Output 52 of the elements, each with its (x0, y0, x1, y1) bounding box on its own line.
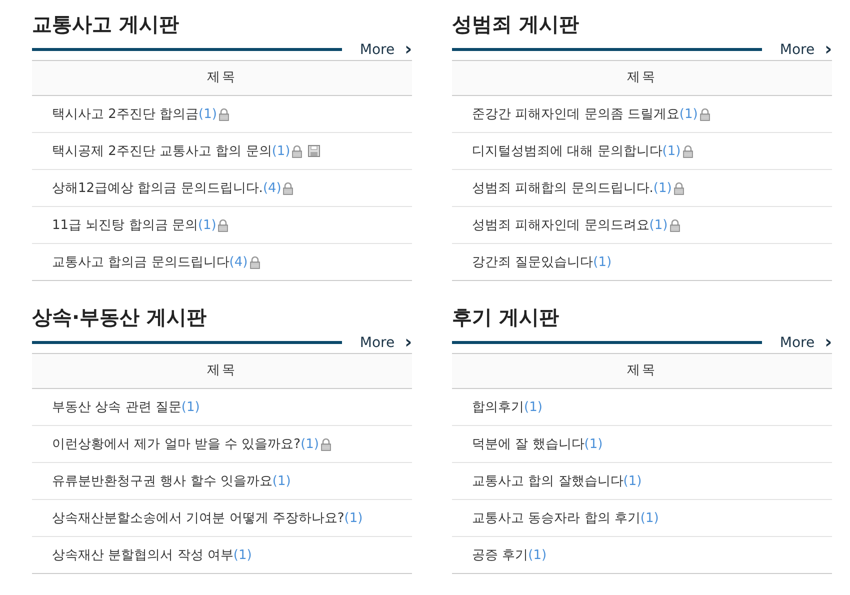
comment-count: (4) (229, 254, 248, 270)
comment-count: (1) (640, 510, 659, 526)
comment-count: (1) (272, 144, 290, 158)
comment-count: (1) (584, 436, 603, 452)
post-title-link[interactable]: 디지털성범죄에 대해 문의합니다 (472, 142, 662, 160)
comment-count: (1) (653, 180, 672, 196)
comment-count: (1) (623, 474, 642, 488)
column-header: 제목 (32, 354, 412, 389)
post-title-link[interactable]: 교통사고 합의 잘했습니다 (472, 472, 624, 490)
comment-count: (1) (524, 400, 542, 414)
post-title-link[interactable]: 상속재산분할소송에서 기여분 어떻게 주장하나요? (52, 509, 344, 527)
post-title-link[interactable]: 택시공제 2주진단 교통사고 합의 문의 (52, 142, 272, 160)
comment-count: (1) (528, 548, 547, 562)
comment-count: (1) (344, 510, 363, 526)
board-title: 성범죄 게시판 (452, 11, 580, 38)
comment-count: (1) (593, 254, 612, 270)
post-title-link[interactable]: 상속재산 분할협의서 작성 여부 (52, 546, 234, 564)
comment-count: (1) (272, 474, 291, 488)
more-link[interactable]: More › (780, 335, 832, 351)
post-title-link[interactable]: 이런상황에서 제가 얼마 받을 수 있을까요? (52, 435, 301, 453)
comment-count: (1) (300, 436, 319, 452)
post-title-link[interactable]: 11급 뇌진탕 합의금 문의 (52, 216, 198, 234)
column-header: 제목 (452, 61, 832, 96)
comment-count: (1) (181, 400, 200, 414)
comment-count: (1) (649, 218, 668, 232)
column-header: 제목 (32, 61, 412, 96)
post-title-link[interactable]: 상해12급예상 합의금 문의드립니다. (52, 179, 263, 197)
comment-count: (1) (233, 548, 252, 562)
post-title-link[interactable]: 성범죄 피해자인데 문의드려요 (472, 216, 650, 234)
comment-count: (1) (198, 218, 216, 232)
comment-count: (1) (198, 106, 217, 122)
more-link[interactable]: More › (360, 42, 412, 58)
board-title: 상속·부동산 게시판 (32, 304, 208, 331)
board-title: 후기 게시판 (452, 304, 560, 331)
post-title-link[interactable]: 준강간 피해자인데 문의좀 드릴게요 (472, 105, 680, 123)
comment-count: (1) (679, 106, 698, 122)
more-link[interactable]: More › (780, 42, 832, 58)
column-header: 제목 (452, 354, 832, 389)
comment-count: (1) (662, 144, 681, 158)
post-title-link[interactable]: 성범죄 피해합의 문의드립니다. (472, 179, 654, 197)
post-title-link[interactable]: 부동산 상속 관련 질문 (52, 398, 182, 416)
more-link[interactable]: More › (360, 335, 412, 351)
post-title-link[interactable]: 유류분반환청구권 행사 할수 잇을까요 (52, 472, 272, 490)
post-title-link[interactable]: 택시사고 2주진단 합의금 (52, 105, 199, 123)
post-title-link[interactable]: 덕분에 잘 했습니다 (472, 435, 584, 453)
board-title: 교통사고 게시판 (32, 11, 180, 38)
post-title-link[interactable]: 합의후기 (472, 398, 524, 416)
comment-count: (4) (262, 180, 282, 196)
post-title-link[interactable]: 공증 후기 (472, 546, 528, 564)
post-title-link[interactable]: 교통사고 합의금 문의드립니다 (52, 253, 230, 271)
post-title-link[interactable]: 강간죄 질문있습니다 (472, 253, 594, 271)
post-title-link[interactable]: 교통사고 동승자라 합의 후기 (472, 509, 640, 527)
